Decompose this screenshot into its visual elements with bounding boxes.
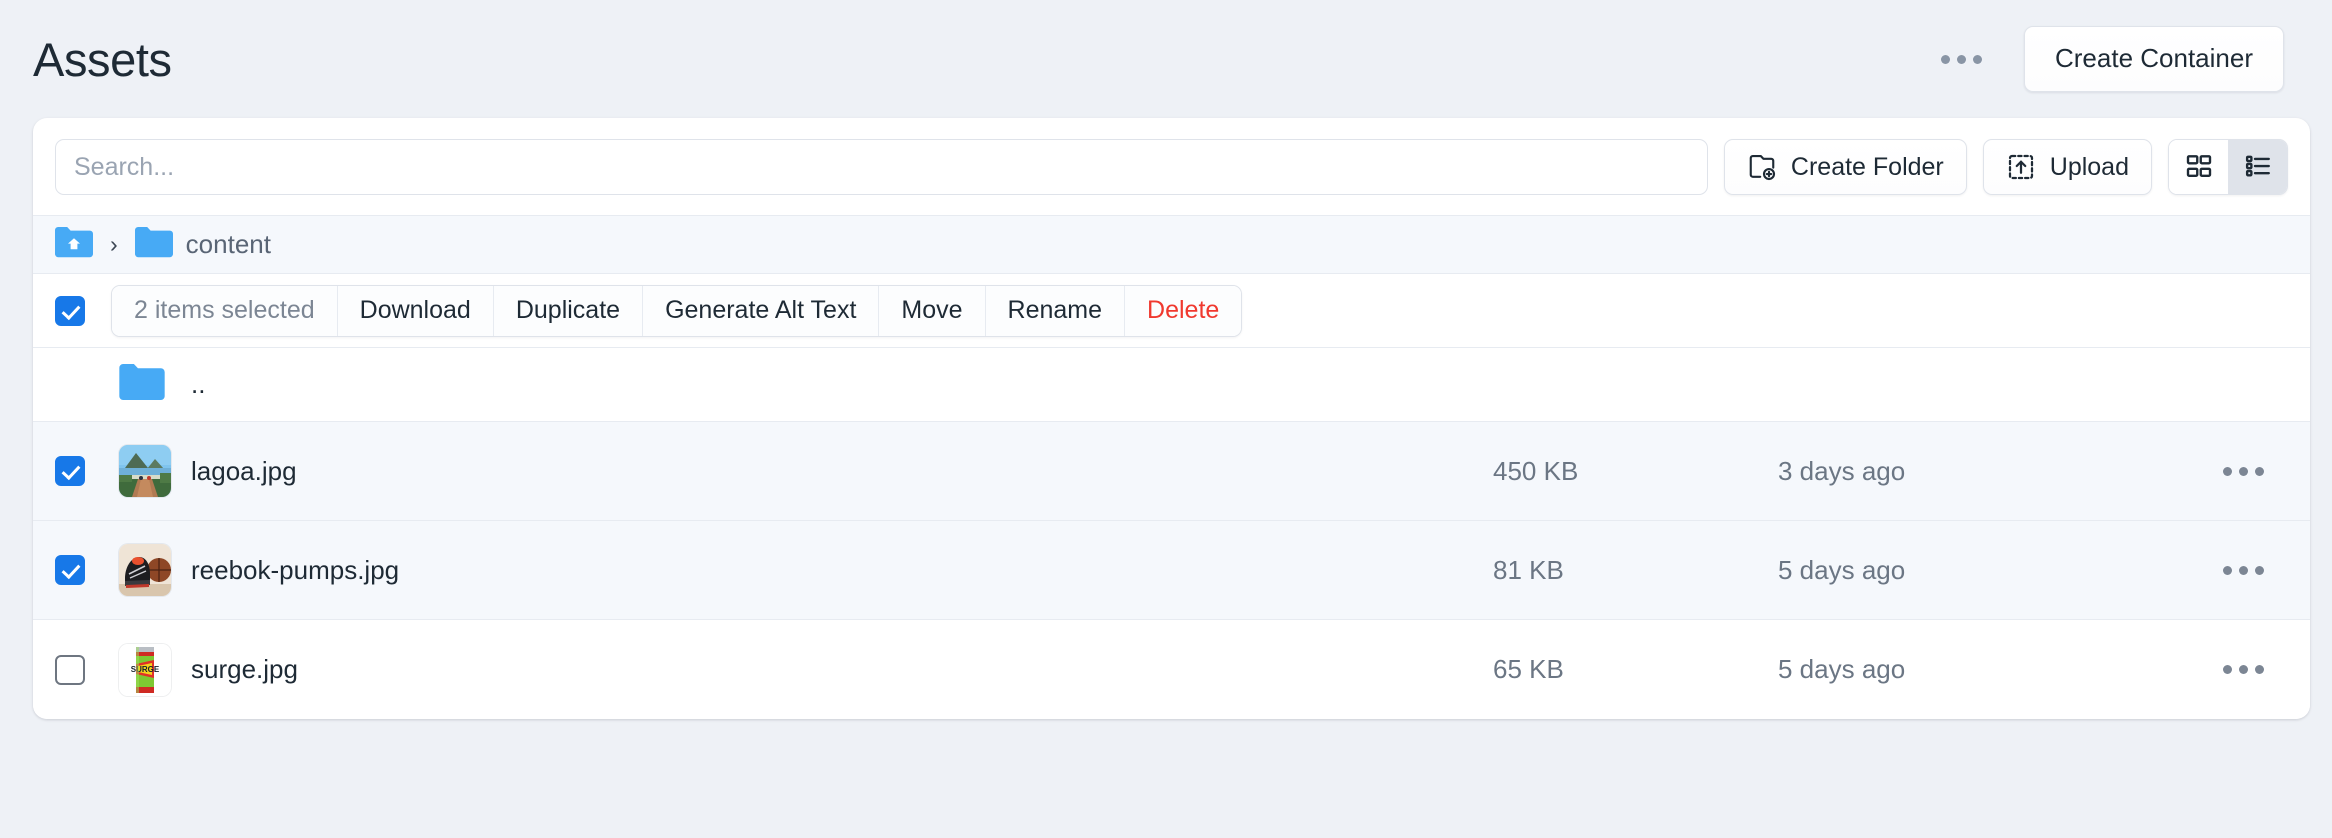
selection-action-bar: 2 items selected Download Duplicate Gene… [33,274,2310,348]
list-view-button[interactable] [2228,140,2287,194]
file-name: surge.jpg [191,654,298,684]
sneakers-photo-thumbnail [119,544,171,596]
upload-box-icon [2006,152,2036,182]
assets-card: Create Folder Upload [33,118,2310,719]
page-header: Assets Create Container [0,0,2332,118]
svg-text:SURGE: SURGE [131,665,160,674]
create-container-button[interactable]: Create Container [2024,26,2284,92]
select-all-checkbox[interactable] [55,295,85,326]
ellipsis-dot [2222,565,2232,575]
view-toggle-group [2168,139,2288,195]
ellipsis-dot [2238,565,2248,575]
file-modified: 5 days ago [1778,554,1906,585]
folder-plus-icon [1747,152,1777,182]
page-title: Assets [33,32,172,86]
ellipsis-dot [2238,665,2248,674]
home-folder-icon [55,226,93,263]
upload-label: Upload [2049,152,2129,181]
file-name: reebok-pumps.jpg [191,554,400,585]
file-modified: 5 days ago [1778,654,1906,684]
list-item-parent-folder[interactable]: .. [33,348,2310,422]
ellipsis-icon[interactable] [2211,455,2276,488]
row-checkbox[interactable] [55,555,85,585]
file-size: 81 KB [1493,554,1564,585]
file-size: 450 KB [1493,455,1579,486]
table-row[interactable]: reebok-pumps.jpg 81 KB 5 days ago [33,521,2310,620]
ellipsis-dot [1957,54,1966,64]
breadcrumb-separator: › [110,231,118,257]
grid-view-button[interactable] [2169,140,2228,194]
row-checkbox-cell [55,456,119,486]
ellipsis-dot [2254,665,2264,674]
ellipsis-icon[interactable] [2211,554,2276,587]
row-menu-cell [2198,455,2288,488]
lagoon-photo-thumbnail [119,445,171,497]
list-view-icon [2243,151,2273,184]
ellipsis-dot [2238,466,2248,476]
search-input[interactable] [55,139,1708,195]
soda-can-photo-thumbnail: SURGE [119,643,171,696]
breadcrumb-item-content[interactable]: content [134,226,271,263]
parent-folder-icon-cell [119,363,191,406]
folder-icon [119,363,165,406]
ellipsis-dot [2254,565,2264,575]
row-checkbox[interactable] [55,456,85,486]
ellipsis-dot [1973,54,1982,64]
row-checkbox-cell [55,555,119,585]
selection-count-label: 2 items selected [112,285,338,336]
table-row[interactable]: SURGE surge.jpg 65 KB 5 days ago [33,620,2310,719]
ellipsis-dot [1941,54,1950,64]
row-thumbnail-cell [119,445,191,497]
row-menu-cell [2198,653,2288,686]
row-menu-cell [2198,554,2288,587]
ellipsis-dot [2254,466,2264,476]
delete-button[interactable]: Delete [1125,285,1242,336]
row-thumbnail-cell [119,544,191,596]
download-button[interactable]: Download [337,285,494,336]
row-checkbox-cell [55,654,119,685]
create-folder-label: Create Folder [1790,152,1944,181]
create-folder-button[interactable]: Create Folder [1723,139,1967,195]
assets-toolbar: Create Folder Upload [33,118,2310,215]
folder-icon [134,226,173,263]
breadcrumb-home[interactable] [55,226,93,263]
ellipsis-dot [2222,665,2232,674]
breadcrumb-label: content [185,229,271,259]
row-checkbox[interactable] [55,654,85,685]
ellipsis-icon[interactable] [2211,653,2276,686]
move-button[interactable]: Move [879,285,986,336]
file-modified: 3 days ago [1778,455,1906,486]
grid-view-icon [2184,151,2214,184]
file-name: lagoa.jpg [191,455,297,486]
ellipsis-dot [2222,466,2232,476]
row-thumbnail-cell: SURGE [119,643,191,696]
ellipsis-icon[interactable] [1925,41,1998,78]
breadcrumb: › content [33,215,2310,274]
file-size: 65 KB [1493,654,1564,684]
upload-button[interactable]: Upload [1982,139,2152,195]
table-row[interactable]: lagoa.jpg 450 KB 3 days ago [33,422,2310,521]
duplicate-button[interactable]: Duplicate [493,285,644,336]
parent-folder-name: .. [191,369,206,399]
rename-button[interactable]: Rename [985,285,1126,336]
generate-alt-text-button[interactable]: Generate Alt Text [643,285,880,336]
bulk-action-group: 2 items selected Download Duplicate Gene… [111,284,1243,337]
